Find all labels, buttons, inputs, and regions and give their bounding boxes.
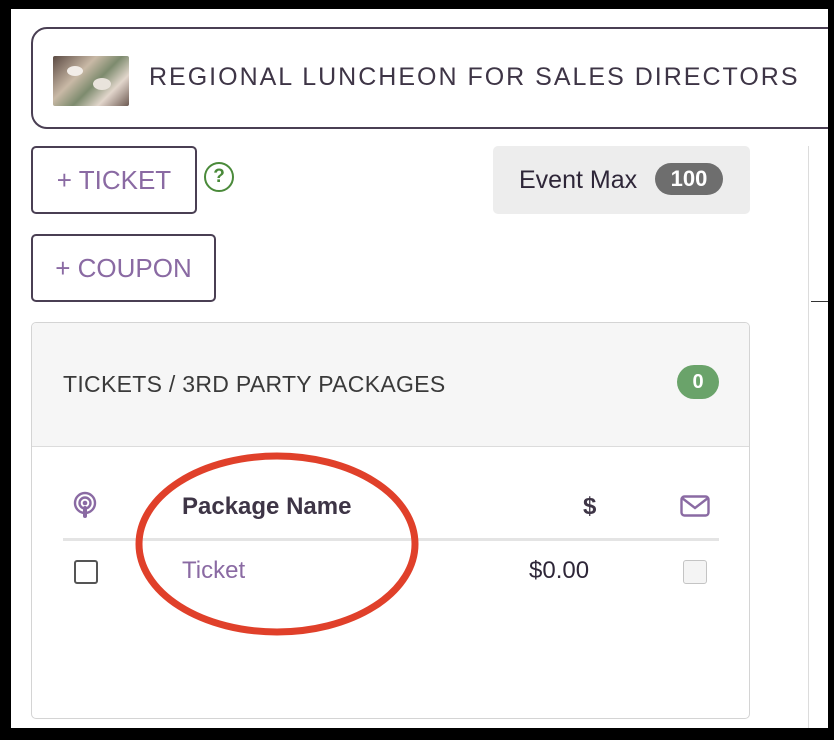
event-max-badge: 100	[655, 163, 723, 195]
help-icon[interactable]: ?	[204, 162, 234, 192]
price-header: $	[583, 493, 597, 520]
event-header[interactable]: REGIONAL LUNCHEON FOR SALES DIRECTORS	[31, 27, 828, 129]
select-checkbox[interactable]	[74, 560, 98, 584]
podcast-icon	[72, 491, 98, 526]
adjacent-panel-divider	[811, 301, 828, 302]
tickets-panel-header: TICKETS / 3RD PARTY PACKAGES 0	[32, 323, 749, 447]
envelope-icon	[680, 495, 710, 522]
package-name-link[interactable]: Ticket	[182, 557, 245, 585]
add-coupon-button[interactable]: + COUPON	[31, 234, 216, 302]
event-thumbnail	[53, 56, 129, 106]
tickets-panel-title: TICKETS / 3RD PARTY PACKAGES	[63, 371, 446, 397]
event-title: REGIONAL LUNCHEON FOR SALES DIRECTORS	[149, 63, 800, 91]
email-checkbox[interactable]	[683, 560, 707, 584]
tickets-count-badge: 0	[677, 365, 719, 399]
package-name-header: Package Name	[182, 493, 352, 520]
event-max-box: Event Max 100	[493, 146, 750, 214]
adjacent-panel-edge	[808, 146, 809, 728]
screen: REGIONAL LUNCHEON FOR SALES DIRECTORS + …	[11, 9, 828, 728]
table-header-rule	[63, 538, 719, 541]
package-price: $0.00	[529, 557, 590, 584]
event-max-label: Event Max	[519, 166, 638, 194]
tickets-panel: TICKETS / 3RD PARTY PACKAGES 0 Package N…	[31, 322, 750, 719]
add-ticket-button[interactable]: + TICKET	[31, 146, 197, 214]
